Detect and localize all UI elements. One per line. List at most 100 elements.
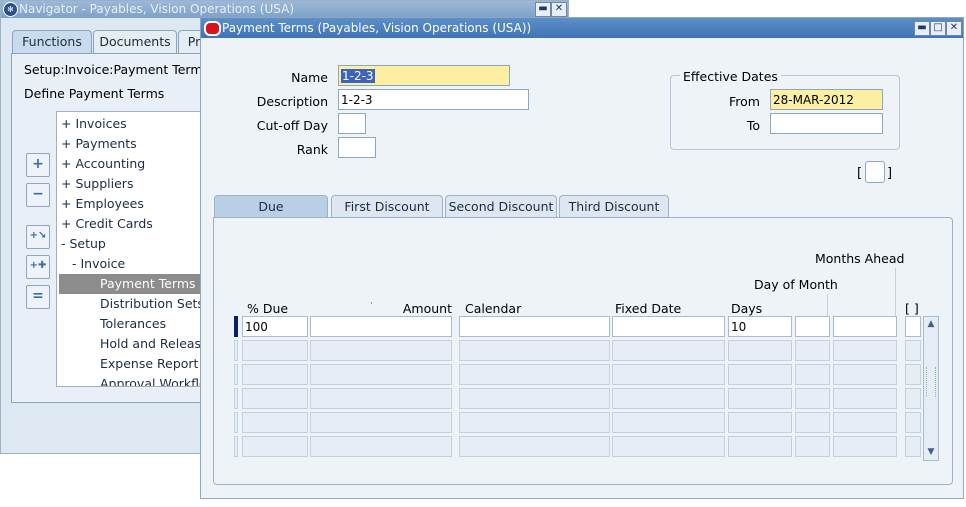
tree-item-tolerances[interactable]: Tolerances — [100, 314, 166, 334]
fixed-date-cell[interactable] — [612, 412, 725, 433]
minimize-icon[interactable]: ▬ — [914, 21, 930, 36]
cutoff-day-field[interactable] — [338, 113, 366, 134]
months-ahead-cell[interactable] — [833, 316, 897, 337]
amount-cell[interactable] — [310, 340, 452, 361]
record-indicator[interactable] — [234, 412, 238, 433]
pct-due-cell[interactable]: 100 — [242, 316, 308, 337]
day-of-month-cell[interactable] — [795, 436, 830, 457]
tree-item-hold-and-release[interactable]: Hold and Release — [100, 334, 207, 354]
amount-cell[interactable] — [310, 388, 452, 409]
tree-item-accounting[interactable]: + Accounting — [61, 154, 145, 174]
fixed-date-cell[interactable] — [612, 364, 725, 385]
days-cell[interactable] — [728, 340, 792, 361]
tab-functions[interactable]: Functions — [12, 30, 92, 53]
calendar-cell[interactable] — [459, 340, 610, 361]
tree-item-distribution-sets[interactable]: Distribution Sets — [100, 294, 204, 314]
tree-item-credit-cards[interactable]: + Credit Cards — [61, 214, 153, 234]
close-icon[interactable]: ✕ — [946, 21, 962, 36]
days-cell[interactable] — [728, 436, 792, 457]
pct-due-cell[interactable] — [242, 388, 308, 409]
months-ahead-cell[interactable] — [833, 364, 897, 385]
day-of-month-cell[interactable] — [795, 364, 830, 385]
row-dff-cell[interactable] — [905, 436, 921, 457]
expand-icon[interactable]: + — [26, 153, 50, 177]
months-ahead-cell[interactable] — [833, 436, 897, 457]
pct-due-cell[interactable] — [242, 340, 308, 361]
expand-branch-icon[interactable]: +↘ — [26, 225, 50, 249]
tree-item-approval-workflow[interactable]: Approval Workflow — [100, 374, 207, 386]
day-of-month-cell[interactable] — [795, 340, 830, 361]
scroll-down-icon[interactable]: ▼ — [924, 445, 938, 459]
day-of-month-cell[interactable] — [795, 316, 830, 337]
navigator-title-bar[interactable]: ✻ Navigator - Payables, Vision Operation… — [1, 1, 568, 18]
row-dff-cell[interactable] — [905, 340, 921, 361]
row-dff-cell[interactable] — [905, 316, 921, 337]
row-dff-cell[interactable] — [905, 364, 921, 385]
name-field[interactable]: 1-2-3 — [338, 65, 510, 86]
function-tree[interactable]: + Invoices + Payments + Accounting + Sup… — [56, 111, 208, 387]
fixed-date-cell[interactable] — [612, 340, 725, 361]
grid-scrollbar[interactable]: ▲ ▼ — [923, 316, 939, 461]
record-indicator[interactable] — [234, 340, 238, 361]
tab-due[interactable]: Due — [214, 195, 328, 218]
rank-label: Rank — [296, 142, 328, 157]
fixed-date-cell[interactable] — [612, 316, 725, 337]
tab-documents[interactable]: Documents — [93, 30, 177, 53]
tree-item-expense-report[interactable]: Expense Report T — [100, 354, 207, 374]
tab-first-discount[interactable]: First Discount — [331, 195, 443, 218]
tree-item-payments[interactable]: + Payments — [61, 134, 137, 154]
pct-due-cell[interactable] — [242, 436, 308, 457]
amount-cell[interactable] — [310, 364, 452, 385]
tree-item-suppliers[interactable]: + Suppliers — [61, 174, 133, 194]
months-ahead-cell[interactable] — [833, 340, 897, 361]
maximize-icon[interactable]: □ — [930, 21, 946, 36]
pct-due-cell[interactable] — [242, 412, 308, 433]
collapse-icon[interactable]: − — [26, 183, 50, 207]
scroll-up-icon[interactable]: ▲ — [924, 317, 938, 331]
tab-second-discount[interactable]: Second Discount — [445, 195, 557, 218]
calendar-cell[interactable] — [459, 436, 610, 457]
description-field[interactable]: 1-2-3 — [338, 89, 529, 110]
fixed-date-cell[interactable] — [612, 388, 725, 409]
calendar-cell[interactable] — [459, 388, 610, 409]
days-cell[interactable] — [728, 364, 792, 385]
rank-field[interactable] — [338, 137, 376, 158]
row-dff-cell[interactable] — [905, 412, 921, 433]
tree-item-invoices[interactable]: + Invoices — [61, 114, 127, 134]
from-date-field[interactable]: 28-MAR-2012 — [770, 89, 883, 110]
descriptive-flexfield[interactable] — [865, 161, 885, 183]
tree-item-setup[interactable]: - Setup — [61, 234, 106, 254]
day-of-month-cell[interactable] — [795, 412, 830, 433]
collapse-all-icon[interactable]: = — [26, 285, 50, 309]
row-dff-cell[interactable] — [905, 388, 921, 409]
amount-cell[interactable] — [310, 436, 452, 457]
to-date-field[interactable] — [770, 113, 883, 134]
months-ahead-cell[interactable] — [833, 388, 897, 409]
calendar-cell[interactable] — [459, 316, 610, 337]
pct-due-cell[interactable] — [242, 364, 308, 385]
payment-terms-title-bar[interactable]: Payment Terms (Payables, Vision Operatio… — [201, 18, 963, 38]
expand-all-icon[interactable]: +✚ — [26, 255, 50, 279]
day-of-month-cell[interactable] — [795, 388, 830, 409]
tab-third-discount[interactable]: Third Discount — [559, 195, 669, 218]
months-ahead-cell[interactable] — [833, 412, 897, 433]
scroll-thumb[interactable] — [926, 367, 936, 397]
days-cell[interactable] — [728, 412, 792, 433]
tree-item-invoice[interactable]: - Invoice — [72, 254, 125, 274]
fixed-date-cell[interactable] — [612, 436, 725, 457]
record-indicator[interactable] — [234, 436, 238, 457]
days-cell[interactable]: 10 — [728, 316, 792, 337]
close-icon[interactable]: ✕ — [551, 2, 567, 17]
calendar-cell[interactable] — [459, 412, 610, 433]
current-record-indicator[interactable] — [234, 316, 238, 337]
dff-close-bracket: ] — [887, 166, 893, 181]
record-indicator[interactable] — [234, 388, 238, 409]
calendar-cell[interactable] — [459, 364, 610, 385]
tree-item-payment-terms[interactable]: Payment Terms — [59, 274, 205, 294]
amount-cell[interactable] — [310, 316, 452, 337]
days-cell[interactable] — [728, 388, 792, 409]
tree-item-employees[interactable]: + Employees — [61, 194, 144, 214]
record-indicator[interactable] — [234, 364, 238, 385]
amount-cell[interactable] — [310, 412, 452, 433]
minimize-icon[interactable]: ▬ — [535, 2, 551, 17]
